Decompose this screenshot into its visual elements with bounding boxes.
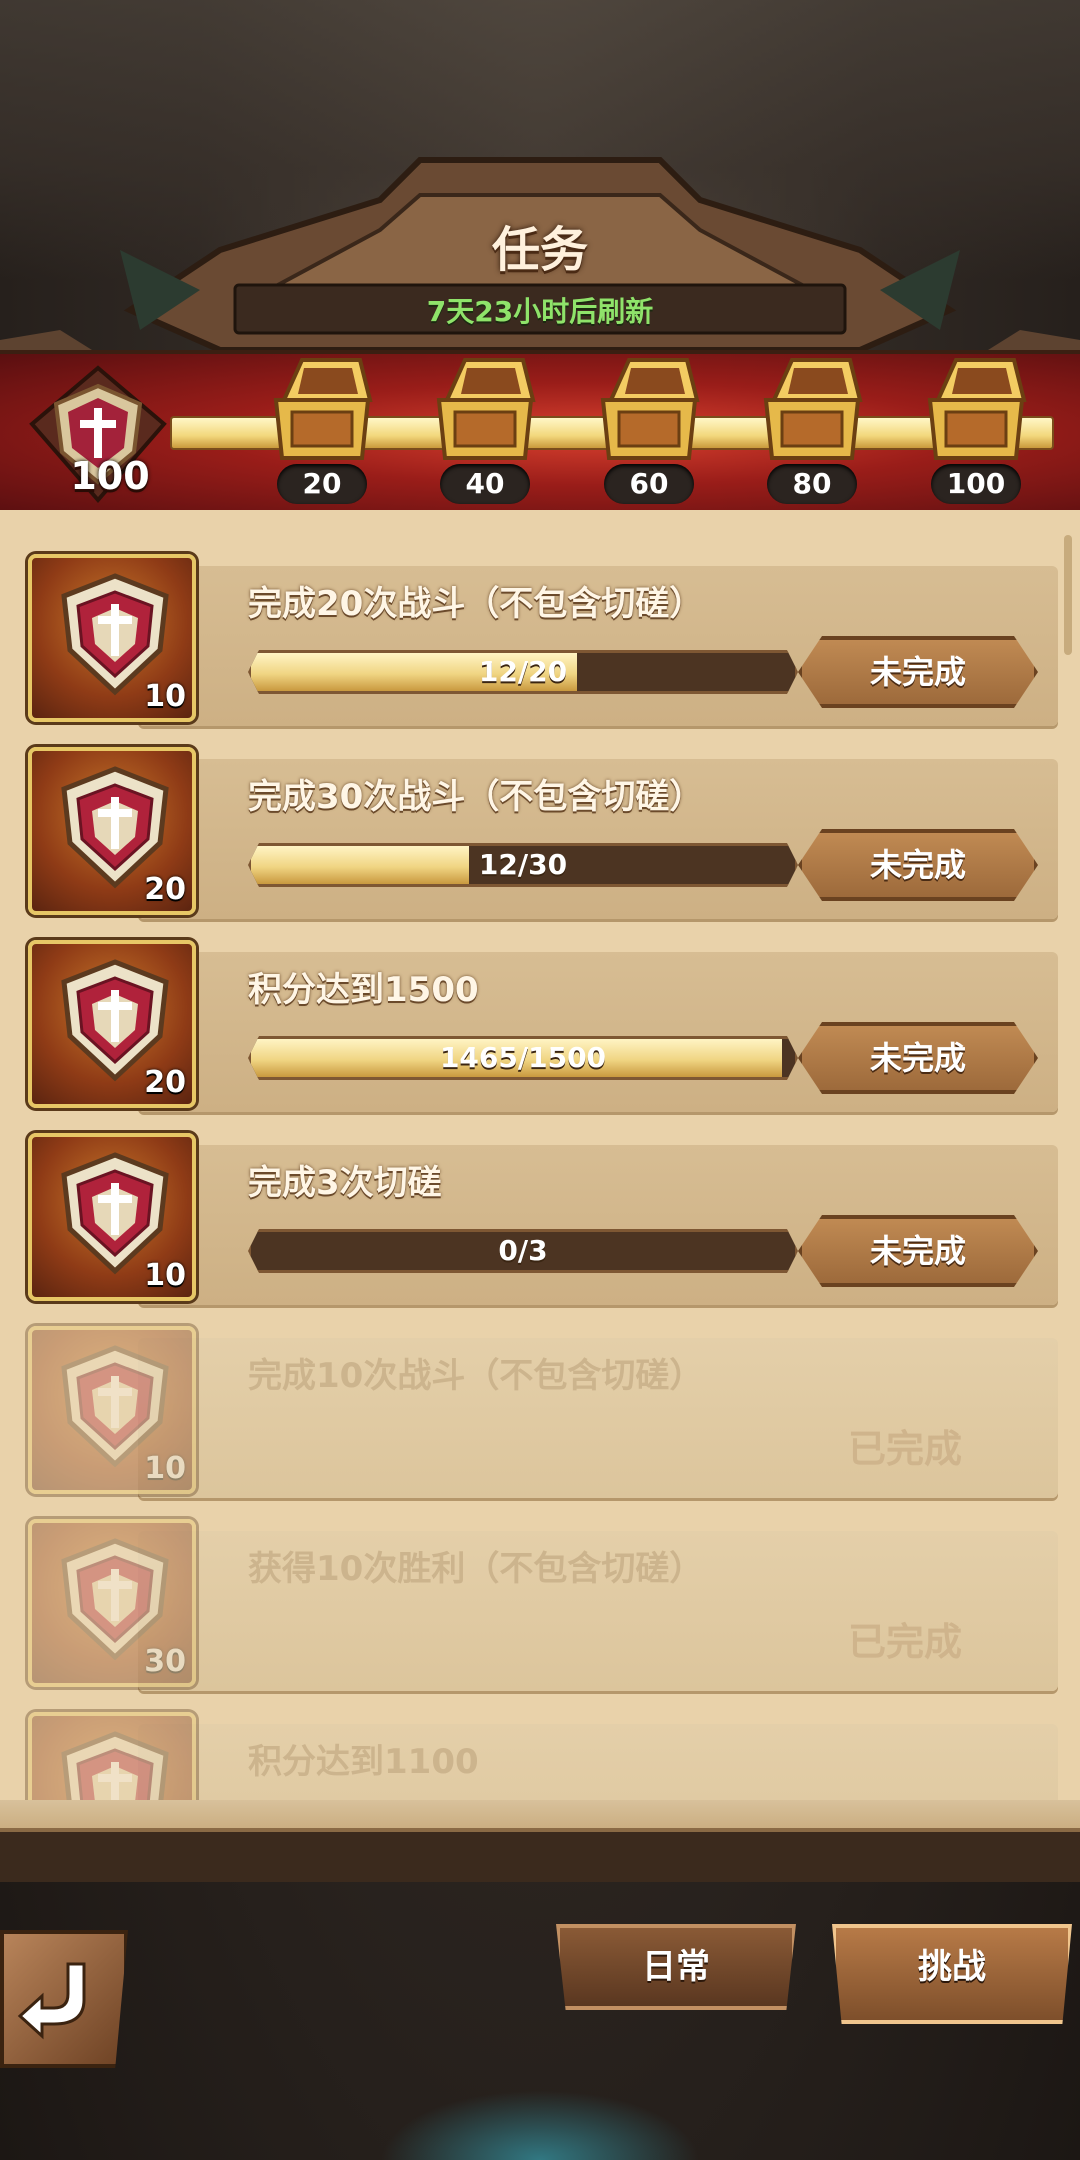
refresh-timer: 7天23小时后刷新: [426, 295, 654, 328]
treasure-chest-icon[interactable]: [589, 354, 709, 464]
milestone-label: 20: [277, 464, 367, 504]
task-row[interactable]: 10 完成10次战斗（不包含切磋） 已完成: [28, 1326, 1058, 1498]
milestone-label: 80: [767, 464, 857, 504]
task-title: 获得10次胜利（不包含切磋）: [248, 1549, 704, 1589]
milestone-label: 60: [604, 464, 694, 504]
task-row[interactable]: 20 积分达到1500 1465/1500 未完成: [28, 940, 1058, 1112]
task-row[interactable]: 20 完成30次战斗（不包含切磋） 12/30 未完成: [28, 747, 1058, 919]
reward-points-count: 30: [144, 1644, 186, 1679]
task-progress-text: 12/20: [478, 655, 568, 688]
task-row[interactable]: 10 完成20次战斗（不包含切磋） 12/20 未完成: [28, 554, 1058, 726]
treasure-chest-icon[interactable]: [752, 354, 872, 464]
reward-points-count: 20: [144, 872, 186, 907]
task-progress-bar: 12/20: [248, 650, 798, 694]
task-status-button[interactable]: 未完成: [798, 636, 1038, 708]
treasure-chest-icon[interactable]: [262, 354, 382, 464]
task-progress-bar: 1465/1500: [248, 1036, 798, 1080]
task-row[interactable]: 30 获得10次胜利（不包含切磋） 已完成: [28, 1519, 1058, 1691]
task-reward-icon[interactable]: 10: [28, 1133, 196, 1301]
task-reward-icon[interactable]: 20: [28, 940, 196, 1108]
task-title: 完成10次战斗（不包含切磋）: [248, 1356, 704, 1396]
task-row[interactable]: 10 完成3次切磋 0/3 未完成: [28, 1133, 1058, 1305]
task-progress-bar: 0/3: [248, 1229, 798, 1273]
task-reward-icon[interactable]: 10: [28, 554, 196, 722]
current-points: 100: [70, 454, 150, 498]
task-status-button[interactable]: 未完成: [798, 1022, 1038, 1094]
header-frame: 任务 7天23小时后刷新: [0, 140, 1080, 360]
task-title: 完成20次战斗（不包含切磋）: [248, 584, 704, 624]
back-arrow-icon: [17, 1962, 86, 2040]
reward-points-count: 10: [144, 679, 186, 714]
task-title: 积分达到1500: [248, 970, 479, 1010]
list-bottom-border: [0, 1828, 1080, 1882]
task-progress-text: 0/3: [498, 1234, 548, 1267]
task-title: 完成3次切磋: [248, 1163, 442, 1203]
back-button[interactable]: [0, 1930, 128, 2068]
milestone-label: 40: [440, 464, 530, 504]
task-completed-label: 已完成: [848, 1620, 963, 1664]
task-status-button[interactable]: 未完成: [798, 829, 1038, 901]
reward-banner: 100 20 40 60 80 100: [0, 350, 1080, 520]
task-reward-icon[interactable]: 20: [28, 747, 196, 915]
task-title: 积分达到1100: [248, 1742, 479, 1782]
task-list[interactable]: 10 完成20次战斗（不包含切磋） 12/20 未完成 20 完成30次战斗（不包含切磋）…: [0, 510, 1080, 1830]
task-reward-icon[interactable]: 30: [28, 1519, 196, 1687]
reward-points-count: 10: [144, 1451, 186, 1486]
task-progress-text: 1465/1500: [439, 1041, 607, 1074]
task-progress-text: 12/30: [478, 848, 568, 881]
task-list-scrollbar[interactable]: [1064, 535, 1072, 655]
task-progress-bar: 12/30: [248, 843, 798, 887]
treasure-chest-icon[interactable]: [916, 354, 1036, 464]
bottom-glow: [380, 2090, 700, 2160]
milestone-label: 100: [931, 464, 1021, 504]
task-completed-label: 已完成: [848, 1427, 963, 1471]
task-status-button[interactable]: 未完成: [798, 1215, 1038, 1287]
tab-daily[interactable]: 日常: [556, 1924, 796, 2010]
task-title: 完成30次战斗（不包含切磋）: [248, 777, 704, 817]
reward-points-count: 10: [144, 1258, 186, 1293]
reward-points-count: 20: [144, 1065, 186, 1100]
task-reward-icon[interactable]: 10: [28, 1326, 196, 1494]
treasure-chest-icon[interactable]: [425, 354, 545, 464]
tab-challenge[interactable]: 挑战: [832, 1924, 1072, 2024]
page-title: 任务: [491, 222, 588, 278]
